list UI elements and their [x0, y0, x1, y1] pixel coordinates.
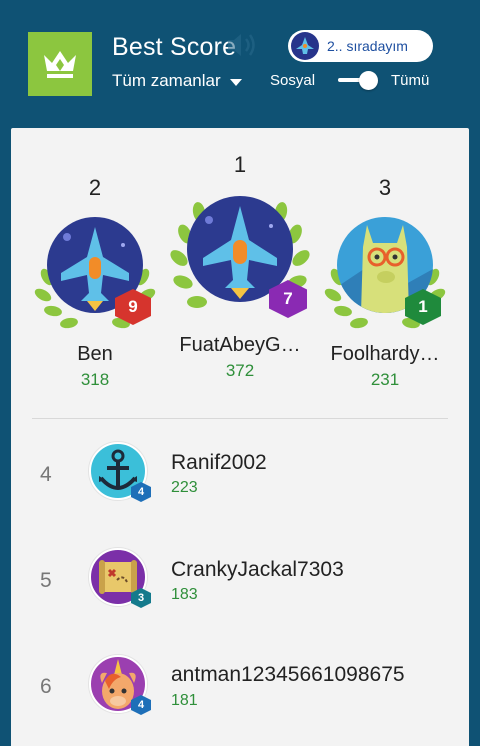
podium-avatar: 9 — [33, 207, 157, 335]
level-value: 4 — [137, 699, 145, 711]
player-name: FuatAbeyG… — [179, 334, 301, 356]
player-name: Ranif2002 — [171, 451, 267, 474]
app-header: Best Score 2.. sıradayım Tüm zamanlar So… — [0, 0, 480, 128]
player-score: 318 — [80, 370, 110, 389]
player-name: Ben — [77, 343, 113, 365]
leaderboard-card: 2 9 Ben 318 1 7 FuatAbeyG… 372 3 1 Foolh… — [11, 128, 469, 746]
my-rank-label: 2.. sıradayım — [327, 38, 408, 54]
list-item[interactable]: 4 4 Ranif2002 223 — [11, 424, 469, 524]
podium-avatar: 7 — [169, 182, 311, 332]
player-score: 223 — [171, 479, 198, 496]
period-dropdown[interactable]: Tüm zamanlar — [112, 71, 242, 91]
sound-icon[interactable] — [224, 30, 258, 65]
rank-number: 5 — [40, 569, 52, 592]
rank-number: 6 — [40, 675, 52, 698]
level-value: 3 — [137, 592, 145, 604]
social-label: Sosyal — [270, 72, 316, 89]
player-name: Foolhardy… — [330, 343, 440, 365]
player-name: CrankyJackal7303 — [171, 558, 344, 581]
podium-rank: 3 — [378, 175, 392, 200]
player-score: 231 — [370, 370, 400, 389]
podium-rank: 2 — [88, 175, 102, 200]
rank-number: 4 — [40, 463, 52, 486]
player-score: 183 — [171, 586, 198, 603]
jet-avatar-icon — [291, 32, 319, 60]
player-score: 181 — [171, 692, 198, 709]
podium-first[interactable]: 1 7 FuatAbeyG… 372 — [169, 152, 311, 381]
player-name: antman12345661098675 — [171, 663, 405, 686]
player-score: 372 — [225, 361, 255, 380]
level-value: 1 — [418, 297, 428, 316]
toggle-knob — [359, 71, 378, 90]
podium-third[interactable]: 3 1 Foolhardy… 231 — [323, 175, 447, 390]
my-rank-button[interactable]: 2.. sıradayım — [288, 30, 433, 62]
page-title: Best Score — [112, 33, 237, 61]
podium-avatar: 1 — [323, 207, 447, 335]
period-label: Tüm zamanlar — [112, 71, 221, 90]
chevron-down-icon — [229, 78, 242, 86]
list-item[interactable]: 6 4 antman12345661098675 181 — [11, 638, 469, 738]
crown-icon — [28, 32, 92, 96]
podium-second[interactable]: 2 9 Ben 318 — [33, 175, 157, 390]
podium-rank: 1 — [233, 152, 247, 177]
level-value: 9 — [128, 297, 138, 316]
divider — [32, 418, 448, 419]
list-item[interactable]: 5 3 CrankyJackal7303 183 — [11, 531, 469, 631]
level-value: 4 — [137, 486, 145, 498]
level-value: 7 — [283, 289, 293, 308]
social-all-toggle[interactable] — [336, 71, 382, 91]
all-label: Tümü — [391, 72, 430, 89]
